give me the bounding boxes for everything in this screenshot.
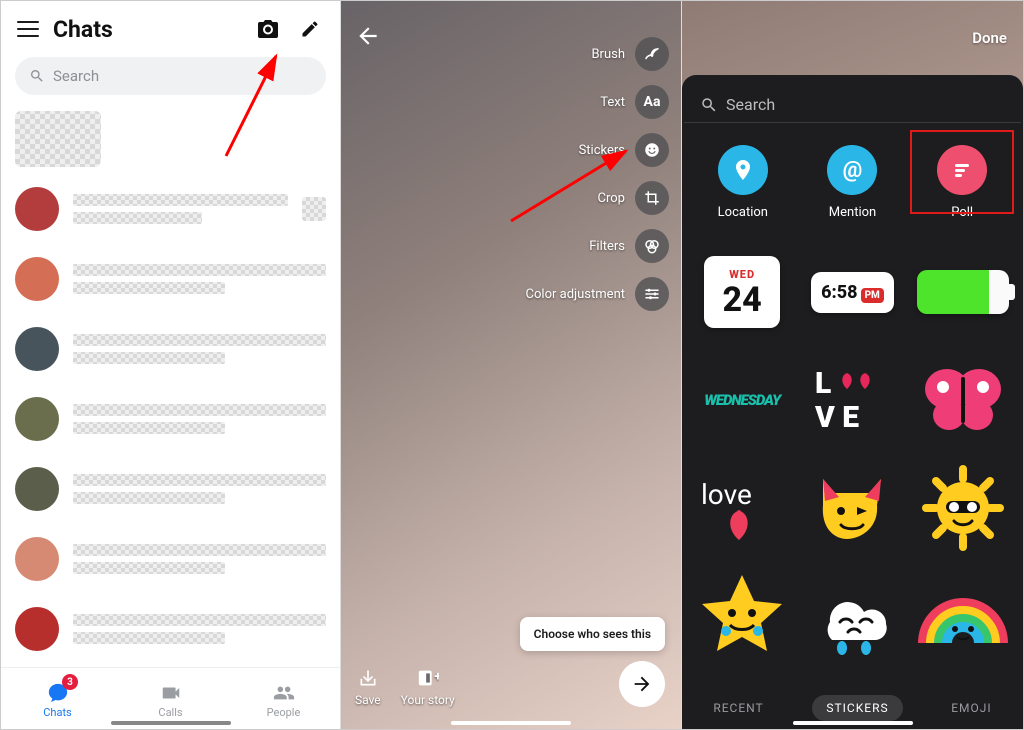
sticker-rainbow[interactable] bbox=[913, 570, 1013, 662]
tab-stickers[interactable]: STICKERS bbox=[812, 695, 902, 721]
tab-label: Calls bbox=[158, 706, 182, 719]
tab-recent[interactable]: RECENT bbox=[699, 695, 777, 721]
tool-brush[interactable]: Brush bbox=[526, 37, 669, 71]
avatar bbox=[15, 607, 59, 651]
sticker-date[interactable]: WED24 bbox=[692, 246, 792, 338]
chat-list bbox=[1, 177, 340, 729]
chats-panel: Chats Search 3 Chats Calls bbox=[1, 1, 341, 729]
sticker-butterfly[interactable] bbox=[913, 354, 1013, 446]
chat-item[interactable] bbox=[15, 607, 326, 651]
sticker-battery[interactable] bbox=[913, 246, 1013, 338]
tool-text[interactable]: Text Aa bbox=[526, 85, 669, 119]
sticker-sun[interactable] bbox=[913, 462, 1013, 554]
search-placeholder: Search bbox=[726, 95, 775, 114]
svg-text:+: + bbox=[434, 670, 439, 685]
editor-bottom: Choose who sees this Save + Your story bbox=[341, 605, 681, 729]
avatar bbox=[15, 537, 59, 581]
tool-color-adjustment[interactable]: Color adjustment bbox=[526, 277, 669, 311]
back-icon[interactable] bbox=[355, 23, 381, 53]
avatar bbox=[15, 467, 59, 511]
tab-label: Chats bbox=[43, 706, 71, 719]
story-tile[interactable] bbox=[15, 111, 101, 167]
edit-icon[interactable] bbox=[296, 15, 324, 43]
sticker-love-script[interactable]: love bbox=[692, 462, 792, 554]
svg-text:L: L bbox=[815, 366, 831, 401]
home-indicator bbox=[793, 721, 913, 725]
sticker-wednesday[interactable]: WEDNESDAY bbox=[692, 354, 792, 446]
menu-icon[interactable] bbox=[17, 21, 39, 37]
home-indicator bbox=[451, 721, 571, 725]
chat-item[interactable] bbox=[15, 537, 326, 581]
stickers-panel: Done Search Location @ Mention Poll WED2… bbox=[682, 1, 1023, 729]
annotation-arrow bbox=[216, 46, 296, 166]
svg-text:love: love bbox=[701, 478, 752, 511]
annotation-arrow bbox=[506, 141, 636, 231]
your-story-button[interactable]: + Your story bbox=[401, 667, 455, 707]
quick-poll[interactable]: Poll bbox=[912, 145, 1012, 220]
home-indicator bbox=[111, 721, 231, 725]
sticker-grid: WED24 6:58PM WEDNESDAY LV E love bbox=[682, 234, 1023, 681]
sticker-sheet: Search Location @ Mention Poll WED24 6:5… bbox=[682, 75, 1023, 729]
quick-mention[interactable]: @ Mention bbox=[802, 145, 902, 220]
next-button[interactable] bbox=[619, 661, 665, 707]
tab-emoji[interactable]: EMOJI bbox=[937, 695, 1005, 721]
story-editor-panel: Brush Text Aa Stickers Crop Filters Colo… bbox=[341, 1, 682, 729]
tab-chats[interactable]: 3 Chats bbox=[1, 672, 114, 729]
chat-item[interactable] bbox=[15, 327, 326, 371]
avatar bbox=[15, 327, 59, 371]
sticker-search[interactable]: Search bbox=[684, 75, 1021, 123]
sticker-cloud[interactable] bbox=[802, 570, 902, 662]
avatar bbox=[15, 257, 59, 301]
sticker-star[interactable] bbox=[692, 570, 792, 662]
sticker-time[interactable]: 6:58PM bbox=[802, 246, 902, 338]
save-button[interactable]: Save bbox=[355, 667, 381, 707]
badge: 3 bbox=[62, 674, 78, 690]
svg-text:V E: V E bbox=[815, 400, 859, 435]
chat-item[interactable] bbox=[15, 187, 326, 231]
camera-icon[interactable] bbox=[254, 15, 282, 43]
quick-location[interactable]: Location bbox=[693, 145, 793, 220]
sticker-love[interactable]: LV E bbox=[802, 354, 902, 446]
avatar bbox=[15, 187, 59, 231]
quick-stickers-row: Location @ Mention Poll bbox=[682, 123, 1023, 234]
tab-label: People bbox=[267, 706, 301, 719]
tab-people[interactable]: People bbox=[227, 672, 340, 729]
avatar bbox=[15, 397, 59, 441]
done-button[interactable]: Done bbox=[972, 29, 1007, 47]
chat-item[interactable] bbox=[15, 467, 326, 511]
sticker-cat[interactable] bbox=[802, 462, 902, 554]
bottom-nav: 3 Chats Calls People bbox=[1, 667, 340, 729]
chat-item[interactable] bbox=[15, 257, 326, 301]
page-title: Chats bbox=[53, 16, 240, 43]
choose-audience-pill[interactable]: Choose who sees this bbox=[520, 617, 665, 651]
tool-filters[interactable]: Filters bbox=[526, 229, 669, 263]
search-placeholder: Search bbox=[53, 67, 99, 85]
chat-item[interactable] bbox=[15, 397, 326, 441]
